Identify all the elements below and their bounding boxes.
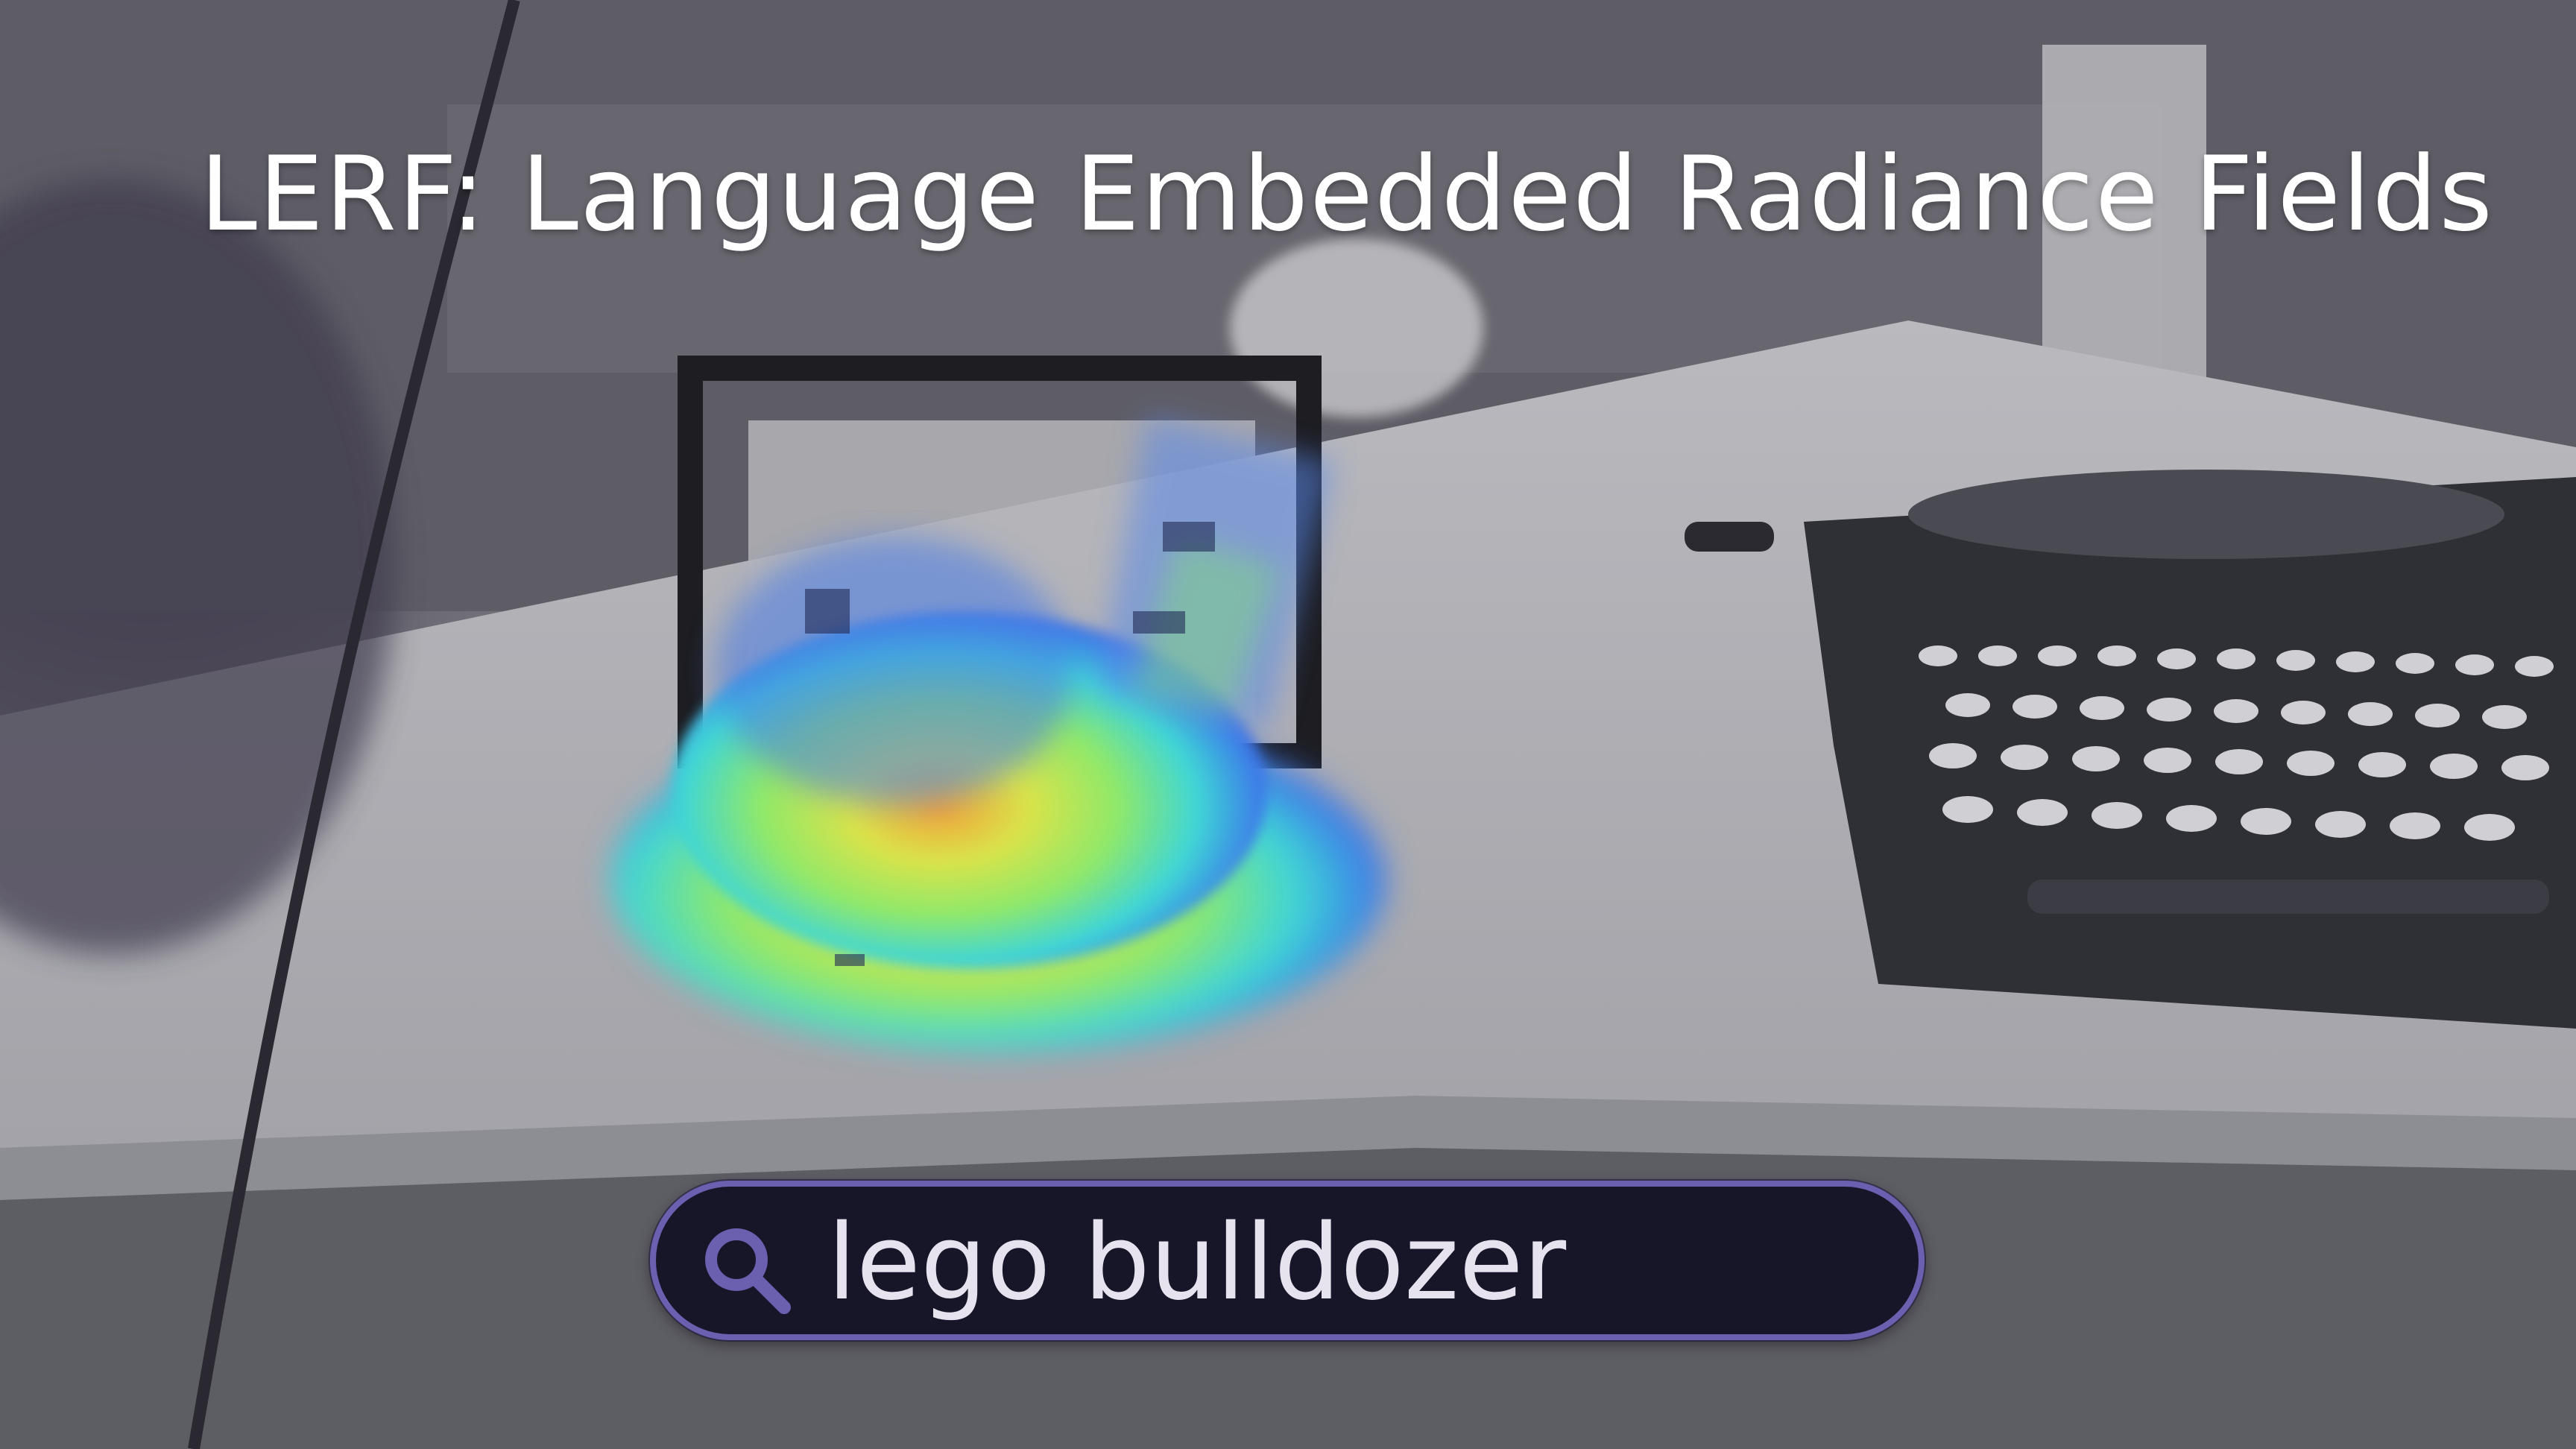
search-query-text: lego bulldozer (827, 1202, 1567, 1324)
video-title: LERF: Language Embedded Radiance Fields (200, 134, 2495, 254)
search-icon (705, 1228, 791, 1314)
video-frame: LERF: Language Embedded Radiance Fields … (0, 0, 2576, 1449)
search-bar[interactable]: lego bulldozer (650, 1181, 1925, 1340)
